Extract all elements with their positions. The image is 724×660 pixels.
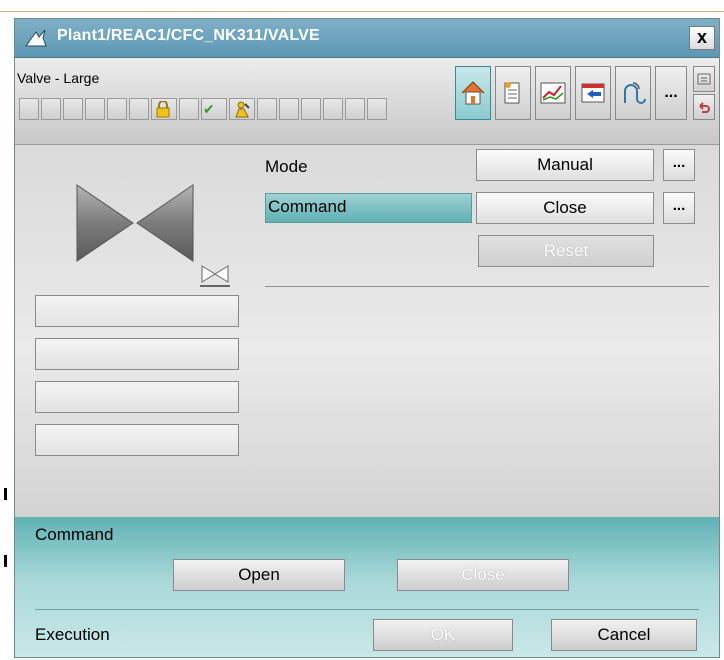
undo-icon[interactable] [693, 94, 715, 120]
trend-view-button[interactable] [535, 66, 571, 120]
message-list-icon [581, 83, 605, 103]
divider [265, 286, 709, 287]
close-button[interactable]: x [689, 26, 715, 50]
status-cell [279, 98, 299, 120]
status-cell [323, 98, 343, 120]
side-buttons [693, 66, 715, 120]
valve-small-icon [200, 265, 230, 287]
more-views-button[interactable]: ... [655, 66, 687, 120]
reset-button[interactable]: Reset [478, 235, 654, 267]
close-command-button[interactable]: Close [397, 559, 569, 591]
info-field [35, 424, 239, 456]
status-cell [345, 98, 365, 120]
info-field [35, 338, 239, 370]
info-field [35, 295, 239, 327]
status-cell [63, 98, 83, 120]
block-type-label: Valve - Large [17, 70, 100, 86]
status-cell [257, 98, 277, 120]
cancel-button[interactable]: Cancel [551, 619, 697, 651]
maintenance-icon [235, 101, 250, 118]
divider [35, 609, 699, 610]
standard-view-button[interactable] [455, 66, 491, 120]
faceplate-window: Plant1/REAC1/CFC_NK311/VALVE x Valve - L… [14, 18, 720, 658]
edge-marker [4, 555, 7, 567]
status-cell [41, 98, 61, 120]
mode-label: Mode [265, 157, 308, 176]
check-status-cell: ✔ [201, 98, 227, 120]
plant-icon [25, 29, 47, 47]
lock-status-cell [151, 98, 177, 120]
background-strip [0, 0, 724, 18]
mode-more-button[interactable]: ... [663, 149, 695, 181]
trend-icon [540, 82, 566, 104]
maintenance-status-cell [229, 98, 255, 120]
loop-view-button[interactable] [615, 66, 651, 120]
status-cell [129, 98, 149, 120]
status-cell [85, 98, 105, 120]
pin-icon[interactable] [693, 66, 715, 92]
loop-icon [624, 82, 646, 104]
command-panel: Command Open Close Execution OK Cancel [15, 517, 719, 657]
open-button[interactable]: Open [173, 559, 345, 591]
status-cell [19, 98, 39, 120]
toolbar: Valve - Large ✔ ... [15, 58, 719, 145]
command-more-button[interactable]: ... [663, 192, 695, 224]
info-field [35, 381, 239, 413]
valve-large-icon [76, 184, 194, 262]
execution-label: Execution [35, 625, 110, 644]
mode-value-button[interactable]: Manual [476, 149, 654, 181]
ok-button[interactable]: OK [373, 619, 513, 651]
command-value-button[interactable]: Close [476, 192, 654, 224]
command-section-label: Command [35, 525, 114, 544]
window-title: Plant1/REAC1/CFC_NK311/VALVE [57, 27, 320, 44]
parameter-view-button[interactable] [495, 66, 531, 120]
main-area: Mode Manual ... Command Close ... Reset [15, 145, 719, 517]
message-view-button[interactable] [575, 66, 611, 120]
status-cell [179, 98, 199, 120]
edge-marker [4, 488, 7, 500]
status-strip: ✔ [19, 98, 449, 122]
view-button-group: ... [455, 66, 687, 122]
command-label: Command [265, 193, 472, 223]
status-cell [301, 98, 321, 120]
checkmark-icon: ✔ [203, 101, 215, 117]
lock-icon [156, 101, 170, 118]
status-cell [367, 98, 387, 120]
home-icon [461, 81, 485, 105]
title-bar[interactable]: Plant1/REAC1/CFC_NK311/VALVE x [15, 19, 719, 58]
status-cell [107, 98, 127, 120]
document-icon [504, 82, 520, 104]
